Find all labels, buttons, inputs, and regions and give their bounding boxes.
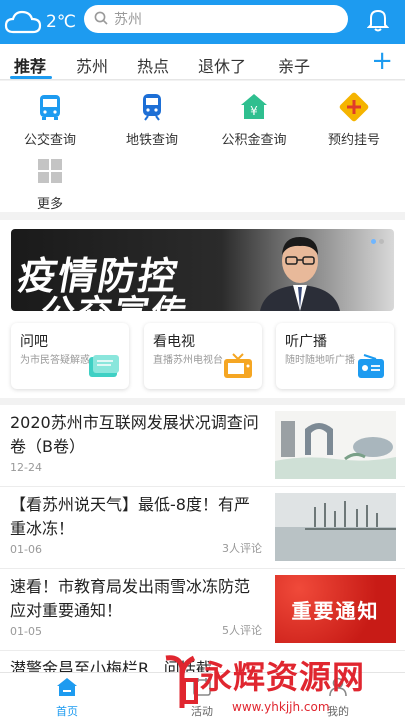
news-date: 01-06 [10, 543, 42, 556]
service-label: 更多 [36, 197, 63, 212]
active-tab-indicator [10, 76, 52, 79]
list-item[interactable]: 速看！市教育局发出雨雪冰冻防范应对重要通知！ 01-05 5人评论 重要通知 [0, 569, 405, 651]
tab-retired[interactable]: 退休了 [198, 53, 246, 77]
card-radio[interactable]: 听广播 随时随地听广播 [276, 323, 394, 389]
temperature-text: 2℃ [46, 12, 76, 32]
carousel-dot[interactable] [371, 239, 376, 244]
news-date: 12-24 [10, 461, 42, 474]
news-title: 【看苏州说天气】最低-8度！有严重冰冻！ [10, 495, 250, 538]
service-appointment[interactable]: 预约挂号 [304, 91, 404, 148]
news-title: 速看！市教育局发出雨雪冰冻防范应对重要通知！ [10, 577, 251, 620]
card-title: 看电视 [153, 334, 195, 350]
news-thumbnail: 重要通知 [275, 575, 396, 643]
service-grid: 公交查询 地铁查询 ¥ 公积金查询 预约挂号 更多 [0, 81, 405, 212]
service-metro[interactable]: 地铁查询 [102, 91, 202, 148]
news-thumbnail [275, 411, 396, 479]
nav-label: 首页 [56, 705, 78, 718]
card-title: 听广播 [285, 334, 327, 350]
search-icon [94, 10, 108, 29]
category-tabs: 推荐 苏州 热点 退休了 亲子 + [0, 44, 405, 80]
cloud-icon [4, 9, 42, 35]
service-more[interactable]: 更多 [0, 155, 100, 212]
thumbnail-caption: 重要通知 [291, 599, 380, 623]
home-icon [56, 678, 78, 701]
more-grid-icon [34, 155, 66, 187]
weather-widget[interactable]: 2℃ [4, 9, 76, 35]
service-label: 公交查询 [23, 133, 76, 148]
list-item[interactable]: 【看苏州说天气】最低-8度！有严重冰冻！ 01-06 3人评论 [0, 487, 405, 569]
carousel-dot[interactable] [379, 239, 384, 244]
news-thumbnail [275, 493, 396, 561]
nav-home[interactable]: 首页 [27, 677, 107, 719]
bell-icon[interactable] [366, 8, 390, 36]
watermark-text: 永辉资源网 [200, 658, 366, 696]
add-tab-icon[interactable]: + [371, 48, 393, 74]
app-screen: 2℃ 苏州 推荐 苏州 热点 退休了 亲子 + 公交查询 地铁查询 ¥ 公积金查… [0, 0, 405, 720]
service-fund[interactable]: ¥ 公积金查询 [204, 91, 304, 148]
tab-hot[interactable]: 热点 [137, 53, 169, 77]
presenter-image [255, 229, 345, 311]
tv-icon [222, 353, 254, 383]
banner-section: 疫情防控 公交宣传 问吧 [0, 220, 405, 398]
card-subtitle: 为市民答疑解惑 [20, 355, 90, 366]
service-label: 公积金查询 [221, 133, 287, 148]
card-ask[interactable]: 问吧 为市民答疑解惑 [11, 323, 129, 389]
news-title: 2020苏州市互联网发展状况调查问卷（B卷） [10, 413, 259, 456]
carousel-dots [371, 239, 384, 244]
search-input[interactable]: 苏州 [84, 5, 348, 33]
tab-parenting[interactable]: 亲子 [278, 53, 310, 77]
fund-icon: ¥ [238, 91, 270, 123]
metro-icon [136, 91, 168, 123]
card-subtitle: 直播苏州电视台 [153, 355, 223, 366]
search-placeholder: 苏州 [114, 12, 142, 28]
watermark-url: www.yhkjjh.com [232, 700, 330, 714]
card-tv[interactable]: 看电视 直播苏州电视台 [144, 323, 262, 389]
comment-count: 3人评论 [222, 542, 262, 555]
comment-count: 5人评论 [222, 624, 262, 637]
service-label: 预约挂号 [327, 133, 380, 148]
feature-cards: 问吧 为市民答疑解惑 看电视 直播苏州电视台 听广播 随时随地听广播 [11, 323, 394, 389]
bus-icon [34, 91, 66, 123]
card-title: 问吧 [20, 334, 48, 350]
card-subtitle: 随时随地听广播 [285, 355, 355, 366]
top-header: 2℃ 苏州 [0, 0, 405, 44]
news-list: 2020苏州市互联网发展状况调查问卷（B卷） 12-24 【看苏州说天气】最低-… [0, 405, 405, 673]
book-icon [87, 353, 121, 383]
medical-plus-icon [338, 91, 370, 123]
tab-recommend[interactable]: 推荐 [14, 53, 46, 77]
svg-text:¥: ¥ [250, 104, 258, 118]
service-bus[interactable]: 公交查询 [0, 91, 100, 148]
news-date: 01-05 [10, 625, 42, 638]
list-item[interactable]: 2020苏州市互联网发展状况调查问卷（B卷） 12-24 [0, 405, 405, 487]
banner-carousel[interactable]: 疫情防控 公交宣传 [11, 229, 394, 311]
tab-suzhou[interactable]: 苏州 [76, 53, 108, 77]
service-label: 地铁查询 [125, 133, 178, 148]
watermark-logo-icon [160, 654, 200, 714]
site-watermark: 永辉资源网 www.yhkjjh.com [160, 648, 405, 720]
radio-icon [356, 353, 386, 383]
banner-subline: 公交宣传 [37, 285, 194, 311]
